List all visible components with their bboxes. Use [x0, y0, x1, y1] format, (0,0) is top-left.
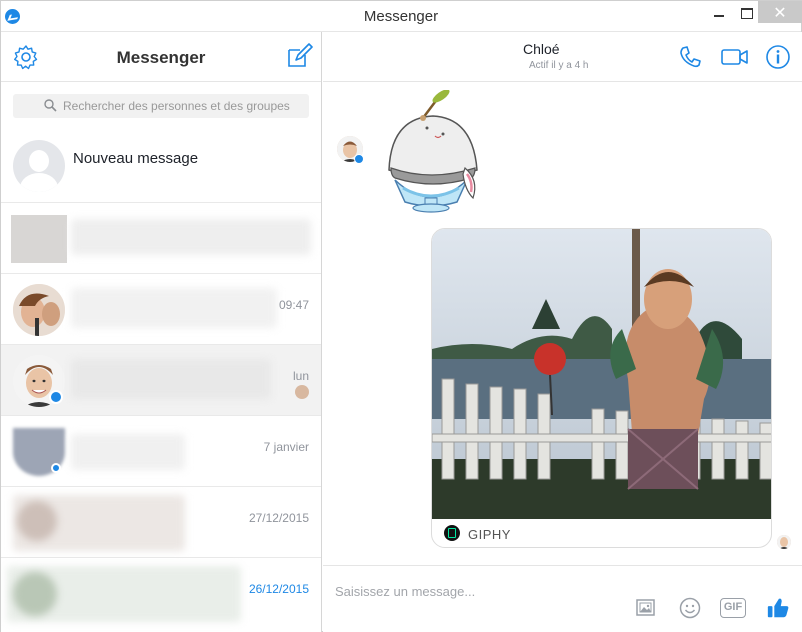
sticker-image[interactable] [375, 90, 487, 214]
gif-source[interactable]: GIPHY [432, 519, 771, 547]
photo-icon[interactable] [634, 596, 658, 620]
close-icon: ✕ [773, 5, 787, 22]
new-message-avatar [13, 140, 65, 192]
info-icon[interactable] [765, 44, 791, 70]
messenger-window: Messenger ✕ Messenger Rechercher des per… [0, 0, 802, 632]
contact-name[interactable]: Chloé [523, 41, 560, 57]
message-composer: GIF [323, 565, 802, 632]
conversation-time: lun [292, 369, 309, 383]
sidebar-header: Messenger [1, 32, 321, 82]
search-box [13, 94, 309, 118]
conversation-item[interactable]: 7 janvier [1, 415, 321, 486]
conversation-item[interactable] [1, 202, 321, 273]
new-message-label: Nouveau message [73, 150, 199, 167]
blurred-preview [71, 359, 271, 399]
messenger-badge-icon [49, 390, 63, 404]
avatar [11, 215, 67, 263]
minimize-button[interactable] [704, 1, 734, 25]
conversation-time: 7 janvier [263, 440, 309, 454]
title-bar: Messenger ✕ [1, 1, 802, 32]
gif-message[interactable]: GIPHY [431, 228, 772, 548]
avatar [13, 284, 65, 336]
read-receipt-avatar-icon [777, 535, 791, 549]
conversation-item[interactable]: 27/12/2015 [1, 486, 321, 557]
emoji-icon[interactable] [678, 596, 702, 620]
blurred-preview [71, 288, 277, 328]
conversation-item[interactable]: 26/12/2015 [1, 557, 321, 628]
conversation-time: 27/12/2015 [248, 511, 309, 525]
blurred-preview [71, 434, 185, 470]
gif-button-label: GIF [720, 598, 746, 618]
chat-header: Chloé Actif il y a 4 h [323, 32, 802, 82]
messenger-badge-icon [51, 463, 61, 473]
search-icon [44, 99, 57, 112]
new-message-button[interactable]: Nouveau message [1, 132, 321, 202]
close-window-button[interactable]: ✕ [758, 1, 802, 23]
contact-status: Actif il y a 4 h [529, 60, 589, 71]
conversation-time: 09:47 [278, 298, 309, 312]
thumbs-up-icon[interactable] [765, 596, 791, 620]
message-input[interactable] [335, 580, 635, 602]
seen-avatar-icon [295, 385, 309, 399]
conversation-sidebar: Messenger Nouveau message [1, 32, 322, 632]
conversation-item[interactable]: lun [1, 344, 321, 415]
video-camera-icon[interactable] [720, 44, 750, 70]
avatar [17, 501, 57, 541]
phone-icon[interactable] [677, 44, 703, 70]
window-title: Messenger [363, 8, 439, 25]
compose-icon[interactable] [285, 42, 313, 70]
giphy-logo-icon [444, 525, 460, 541]
conversation-item[interactable]: 09:47 [1, 273, 321, 344]
gif-source-label: GIPHY [468, 527, 511, 542]
blurred-preview [71, 219, 311, 255]
gif-image [432, 229, 771, 519]
chat-pane: Chloé Actif il y a 4 h GIPHY Saisissez u… [323, 32, 802, 632]
avatar [13, 572, 57, 616]
messenger-badge-icon [354, 154, 364, 164]
gif-icon[interactable]: GIF [720, 596, 748, 620]
search-input[interactable] [63, 94, 303, 118]
sidebar-title: Messenger [116, 48, 206, 67]
conversation-time: 26/12/2015 [248, 582, 309, 596]
